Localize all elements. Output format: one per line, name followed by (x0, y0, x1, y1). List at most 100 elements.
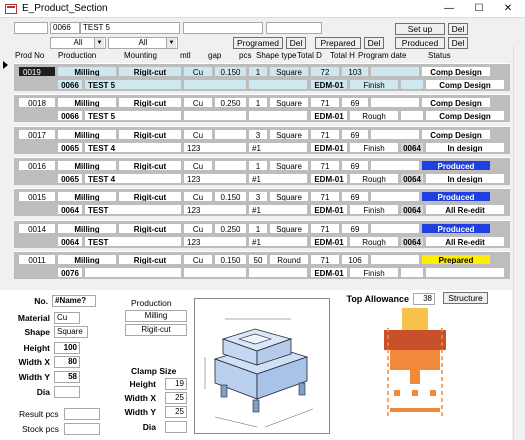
record-status2-field[interactable]: Comp Design (425, 110, 505, 121)
record-mtl-field[interactable]: Cu (183, 97, 213, 108)
record-program-date-field[interactable] (370, 66, 420, 77)
record-shape-field[interactable]: Round (269, 254, 309, 265)
record-selector-icon[interactable] (3, 61, 8, 69)
clamp-width-x-field[interactable]: 25 (165, 392, 187, 404)
clamp-width-y-field[interactable]: 25 (165, 406, 187, 418)
top-allowance-field[interactable]: 38 (413, 293, 435, 305)
record-production-field[interactable]: Milling (57, 191, 117, 202)
record-total-d-field[interactable]: 71 (310, 97, 340, 108)
record-total-h-field[interactable]: 69 (341, 191, 369, 202)
record-prod-no-field[interactable]: 0015 (18, 191, 56, 202)
record-total-d-field[interactable]: 72 (310, 66, 340, 77)
chevron-down-icon[interactable]: ▼ (166, 38, 176, 48)
record-r2c3-field[interactable] (183, 267, 247, 278)
record-block[interactable]: 0018 Milling Rigit-cut Cu 0.250 1 Square 71 69 Co… (14, 94, 510, 122)
record-pcs-field[interactable]: 3 (248, 129, 268, 140)
record-name-field[interactable]: TEST 5 (84, 79, 182, 90)
record-r2c4-field[interactable] (248, 110, 308, 121)
record-program-date-field[interactable] (370, 254, 420, 265)
record-status1-field[interactable]: Produced (421, 191, 491, 202)
record-block[interactable]: 0015 Milling Rigit-cut Cu 0.150 3 Square 71 69 Pr… (14, 188, 510, 216)
stock-pcs-field[interactable] (64, 423, 100, 435)
record-mtl-field[interactable]: Cu (183, 191, 213, 202)
production-value-2[interactable]: Rigit-cut (125, 324, 187, 336)
record-r2c4-field[interactable] (248, 79, 308, 90)
record-r2c3-field[interactable]: 123 (183, 236, 247, 247)
record-mounting-field[interactable]: Rigit-cut (118, 160, 182, 171)
record-r2c4-field[interactable]: #1 (248, 142, 308, 153)
record-status2-field[interactable]: All Re-edit (425, 236, 505, 247)
record-code-field[interactable]: 0064 (57, 236, 83, 247)
record-r2c3-field[interactable] (183, 79, 247, 90)
minimize-button[interactable]: — (438, 2, 460, 16)
filter-box-3[interactable] (266, 22, 322, 34)
record-code-field[interactable]: 0066 (57, 110, 83, 121)
record-program-date-field[interactable] (370, 129, 420, 140)
record-prod-no-field[interactable]: 0017 (18, 129, 56, 140)
setup-button[interactable]: Set up (395, 23, 445, 35)
record-total-h-field[interactable]: 103 (341, 66, 369, 77)
record-shape-field[interactable]: Square (269, 66, 309, 77)
record-shape-field[interactable]: Square (269, 97, 309, 108)
record-status1-field[interactable]: Comp Design (421, 66, 491, 77)
record-name-field[interactable] (84, 267, 182, 278)
record-status1-field[interactable]: Produced (421, 223, 491, 234)
record-gap-field[interactable]: 0.150 (214, 66, 247, 77)
filter-box-1[interactable] (14, 22, 48, 34)
record-total-d-field[interactable]: 71 (310, 191, 340, 202)
record-status2-field[interactable]: All Re-edit (425, 204, 505, 215)
record-r2c3-field[interactable]: 123 (183, 173, 247, 184)
no-field[interactable]: #Name? (52, 295, 96, 307)
record-pcs-field[interactable]: 3 (248, 191, 268, 202)
record-mounting-field[interactable]: Rigit-cut (118, 223, 182, 234)
record-mtl-field[interactable]: Cu (183, 66, 213, 77)
record-r2c4-field[interactable]: #1 (248, 173, 308, 184)
record-pcs-field[interactable]: 1 (248, 160, 268, 171)
shape-field[interactable]: Square (54, 326, 88, 338)
record-total-h-field[interactable]: 69 (341, 129, 369, 140)
dia-field[interactable] (54, 386, 80, 398)
record-code-field[interactable]: 0065 (57, 173, 83, 184)
record-prog-code-field[interactable]: 0064 (400, 236, 424, 247)
record-gap-field[interactable] (214, 160, 247, 171)
record-prod-no-field[interactable]: 0011 (18, 254, 56, 265)
record-prog-code-field[interactable]: 0064 (400, 142, 424, 153)
width-x-field[interactable]: 80 (54, 356, 80, 368)
maximize-button[interactable]: ☐ (468, 2, 490, 16)
record-code-field[interactable]: 0065 (57, 142, 83, 153)
setup-del-button[interactable]: Del (448, 23, 468, 35)
record-machine-field[interactable]: EDM-01 (310, 236, 348, 247)
record-total-h-field[interactable]: 69 (341, 160, 369, 171)
record-name-field[interactable]: TEST (84, 236, 182, 247)
record-block[interactable]: 0017 Milling Rigit-cut Cu 3 Square 71 69 Comp De… (14, 126, 510, 154)
record-status2-field[interactable]: Comp Design (425, 79, 505, 90)
structure-button[interactable]: Structure (443, 292, 488, 304)
record-status2-field[interactable]: In design (425, 142, 505, 153)
width-y-field[interactable]: 58 (54, 371, 80, 383)
record-r2c4-field[interactable] (248, 267, 308, 278)
record-name-field[interactable]: TEST 4 (84, 142, 182, 153)
record-mtl-field[interactable]: Cu (183, 223, 213, 234)
record-status2-field[interactable]: In design (425, 173, 505, 184)
record-r2c3-field[interactable] (183, 110, 247, 121)
record-production-field[interactable]: Milling (57, 254, 117, 265)
record-stage-field[interactable]: Rough (349, 110, 399, 121)
record-name-field[interactable]: TEST 5 (84, 110, 182, 121)
record-total-d-field[interactable]: 71 (310, 160, 340, 171)
record-stage-field[interactable]: Finish (349, 142, 399, 153)
record-pcs-field[interactable]: 1 (248, 66, 268, 77)
record-production-field[interactable]: Milling (57, 160, 117, 171)
record-program-date-field[interactable] (370, 97, 420, 108)
record-machine-field[interactable]: EDM-01 (310, 204, 348, 215)
record-mtl-field[interactable]: Cu (183, 160, 213, 171)
record-pcs-field[interactable]: 1 (248, 97, 268, 108)
record-prod-no-field[interactable]: 0018 (18, 97, 56, 108)
record-production-field[interactable]: Milling (57, 97, 117, 108)
height-field[interactable]: 100 (54, 342, 80, 354)
record-stage-field[interactable]: Rough (349, 236, 399, 247)
record-code-field[interactable]: 0064 (57, 204, 83, 215)
record-status1-field[interactable]: Produced (421, 160, 491, 171)
material-field[interactable]: Cu (54, 312, 80, 324)
record-production-field[interactable]: Milling (57, 129, 117, 140)
record-r2c4-field[interactable]: #1 (248, 204, 308, 215)
